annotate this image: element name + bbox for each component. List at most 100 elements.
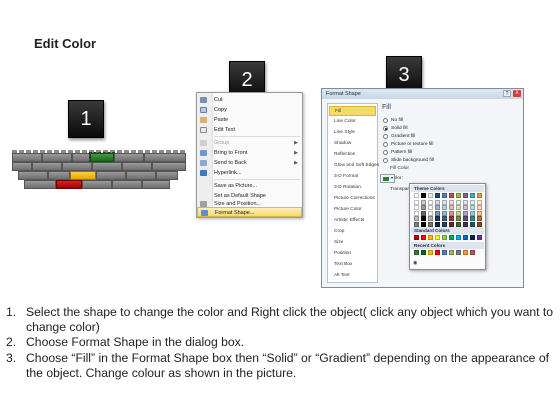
wall-brick[interactable] [18, 171, 48, 180]
recent-color-swatch[interactable] [421, 250, 426, 255]
brick-wall-illustration[interactable] [8, 150, 188, 200]
category-artistic-effects[interactable]: Artistic Effects [329, 216, 376, 226]
recent-color-swatch[interactable] [428, 250, 433, 255]
theme-color-swatch[interactable] [414, 193, 419, 198]
theme-color-swatch[interactable] [463, 193, 468, 198]
theme-color-swatch[interactable] [477, 216, 482, 221]
radio-slide-background-fill[interactable]: Slide background fill [383, 157, 483, 164]
theme-color-swatch[interactable] [456, 210, 461, 216]
theme-color-swatch[interactable] [477, 193, 482, 198]
standard-color-swatch[interactable] [442, 235, 447, 240]
theme-color-swatch[interactable] [442, 221, 447, 227]
theme-color-swatch[interactable] [470, 221, 475, 227]
category-3d-rotation[interactable]: 3-D Rotation [329, 183, 376, 193]
recent-color-swatch[interactable] [435, 250, 440, 255]
theme-color-swatch[interactable] [414, 205, 419, 210]
wall-brick[interactable] [112, 180, 142, 189]
theme-color-swatch[interactable] [442, 199, 447, 205]
category-line-style[interactable]: Line Style [329, 128, 376, 138]
wall-brick[interactable] [114, 153, 144, 162]
theme-color-swatch[interactable] [414, 216, 419, 221]
theme-color-swatch[interactable] [435, 210, 440, 216]
theme-color-swatch[interactable] [456, 193, 461, 198]
category-glow-soft-edges[interactable]: Glow and Soft Edges [329, 161, 379, 171]
theme-color-swatch[interactable] [463, 210, 468, 216]
theme-color-swatch[interactable] [456, 199, 461, 205]
theme-color-swatch[interactable] [435, 205, 440, 210]
theme-color-swatch[interactable] [442, 193, 447, 198]
theme-color-swatch[interactable] [477, 221, 482, 227]
theme-color-swatch[interactable] [470, 216, 475, 221]
theme-color-swatch[interactable] [421, 205, 426, 210]
standard-color-swatch[interactable] [470, 235, 475, 240]
red-brick[interactable] [56, 180, 82, 189]
selected-green-brick[interactable] [89, 152, 115, 163]
wall-brick[interactable] [12, 153, 42, 162]
theme-color-swatch[interactable] [449, 205, 454, 210]
wall-brick[interactable] [42, 153, 72, 162]
category-size[interactable]: Size [329, 238, 376, 248]
wall-brick[interactable] [32, 162, 62, 171]
category-reflection[interactable]: Reflection [329, 150, 376, 160]
category-fill[interactable]: Fill [329, 106, 376, 117]
theme-color-swatch[interactable] [428, 199, 433, 205]
menu-item-paste[interactable]: Paste [197, 115, 302, 125]
recent-color-swatch[interactable] [463, 250, 468, 255]
menu-item-format-shape[interactable]: Format Shape... [197, 207, 302, 217]
theme-color-swatch[interactable] [449, 193, 454, 198]
theme-color-swatch[interactable] [449, 199, 454, 205]
theme-color-swatch[interactable] [477, 210, 482, 216]
recent-color-swatch[interactable] [456, 250, 461, 255]
theme-color-swatch[interactable] [414, 199, 419, 205]
theme-color-swatch[interactable] [470, 205, 475, 210]
close-button[interactable]: X [513, 90, 521, 97]
standard-color-swatch[interactable] [477, 235, 482, 240]
menu-item-save-as-picture[interactable]: Save as Picture... [197, 181, 302, 191]
theme-color-swatch[interactable] [442, 216, 447, 221]
theme-color-swatch[interactable] [456, 205, 461, 210]
theme-color-swatch[interactable] [470, 199, 475, 205]
theme-color-swatch[interactable] [449, 216, 454, 221]
wall-brick[interactable] [142, 180, 170, 189]
standard-color-swatch[interactable] [449, 235, 454, 240]
wall-brick[interactable] [144, 153, 186, 162]
menu-item-copy[interactable]: Copy [197, 105, 302, 115]
theme-color-swatch[interactable] [414, 210, 419, 216]
theme-color-swatch[interactable] [428, 193, 433, 198]
theme-color-swatch[interactable] [421, 221, 426, 227]
theme-color-swatch[interactable] [435, 193, 440, 198]
menu-item-bring-to-front[interactable]: Bring to Front ▶ [197, 148, 302, 158]
category-line-color[interactable]: Line Color [329, 117, 376, 127]
theme-color-swatch[interactable] [421, 199, 426, 205]
category-text-box[interactable]: Text Box [329, 260, 376, 270]
wall-brick[interactable] [122, 162, 152, 171]
radio-picture-texture-fill[interactable]: Picture or texture fill [383, 141, 483, 148]
menu-item-hyperlink[interactable]: Hyperlink... [197, 168, 302, 178]
wall-brick[interactable] [24, 180, 56, 189]
standard-color-swatch[interactable] [463, 235, 468, 240]
standard-color-swatch[interactable] [414, 235, 419, 240]
theme-color-swatch[interactable] [463, 221, 468, 227]
category-crop[interactable]: Crop [329, 227, 376, 237]
help-button[interactable]: ? [503, 90, 511, 97]
theme-color-swatch[interactable] [449, 210, 454, 216]
yellow-brick[interactable] [70, 171, 96, 180]
theme-color-swatch[interactable] [470, 193, 475, 198]
theme-color-swatch[interactable] [421, 216, 426, 221]
wall-brick[interactable] [92, 162, 122, 171]
recent-color-swatch[interactable] [449, 250, 454, 255]
radio-solid-fill[interactable]: Solid fill [383, 125, 483, 132]
theme-color-swatch[interactable] [456, 216, 461, 221]
standard-color-swatch[interactable] [456, 235, 461, 240]
theme-color-swatch[interactable] [435, 221, 440, 227]
wall-brick[interactable] [48, 171, 70, 180]
theme-color-swatch[interactable] [435, 199, 440, 205]
theme-color-swatch[interactable] [442, 205, 447, 210]
theme-color-swatch[interactable] [435, 216, 440, 221]
menu-item-send-to-back[interactable]: Send to Back ▶ [197, 158, 302, 168]
theme-color-swatch[interactable] [428, 210, 433, 216]
category-alt-text[interactable]: Alt Text [329, 271, 376, 281]
theme-color-swatch[interactable] [421, 210, 426, 216]
menu-item-group[interactable]: Group ▶ [197, 138, 302, 148]
wall-brick[interactable] [156, 171, 178, 180]
